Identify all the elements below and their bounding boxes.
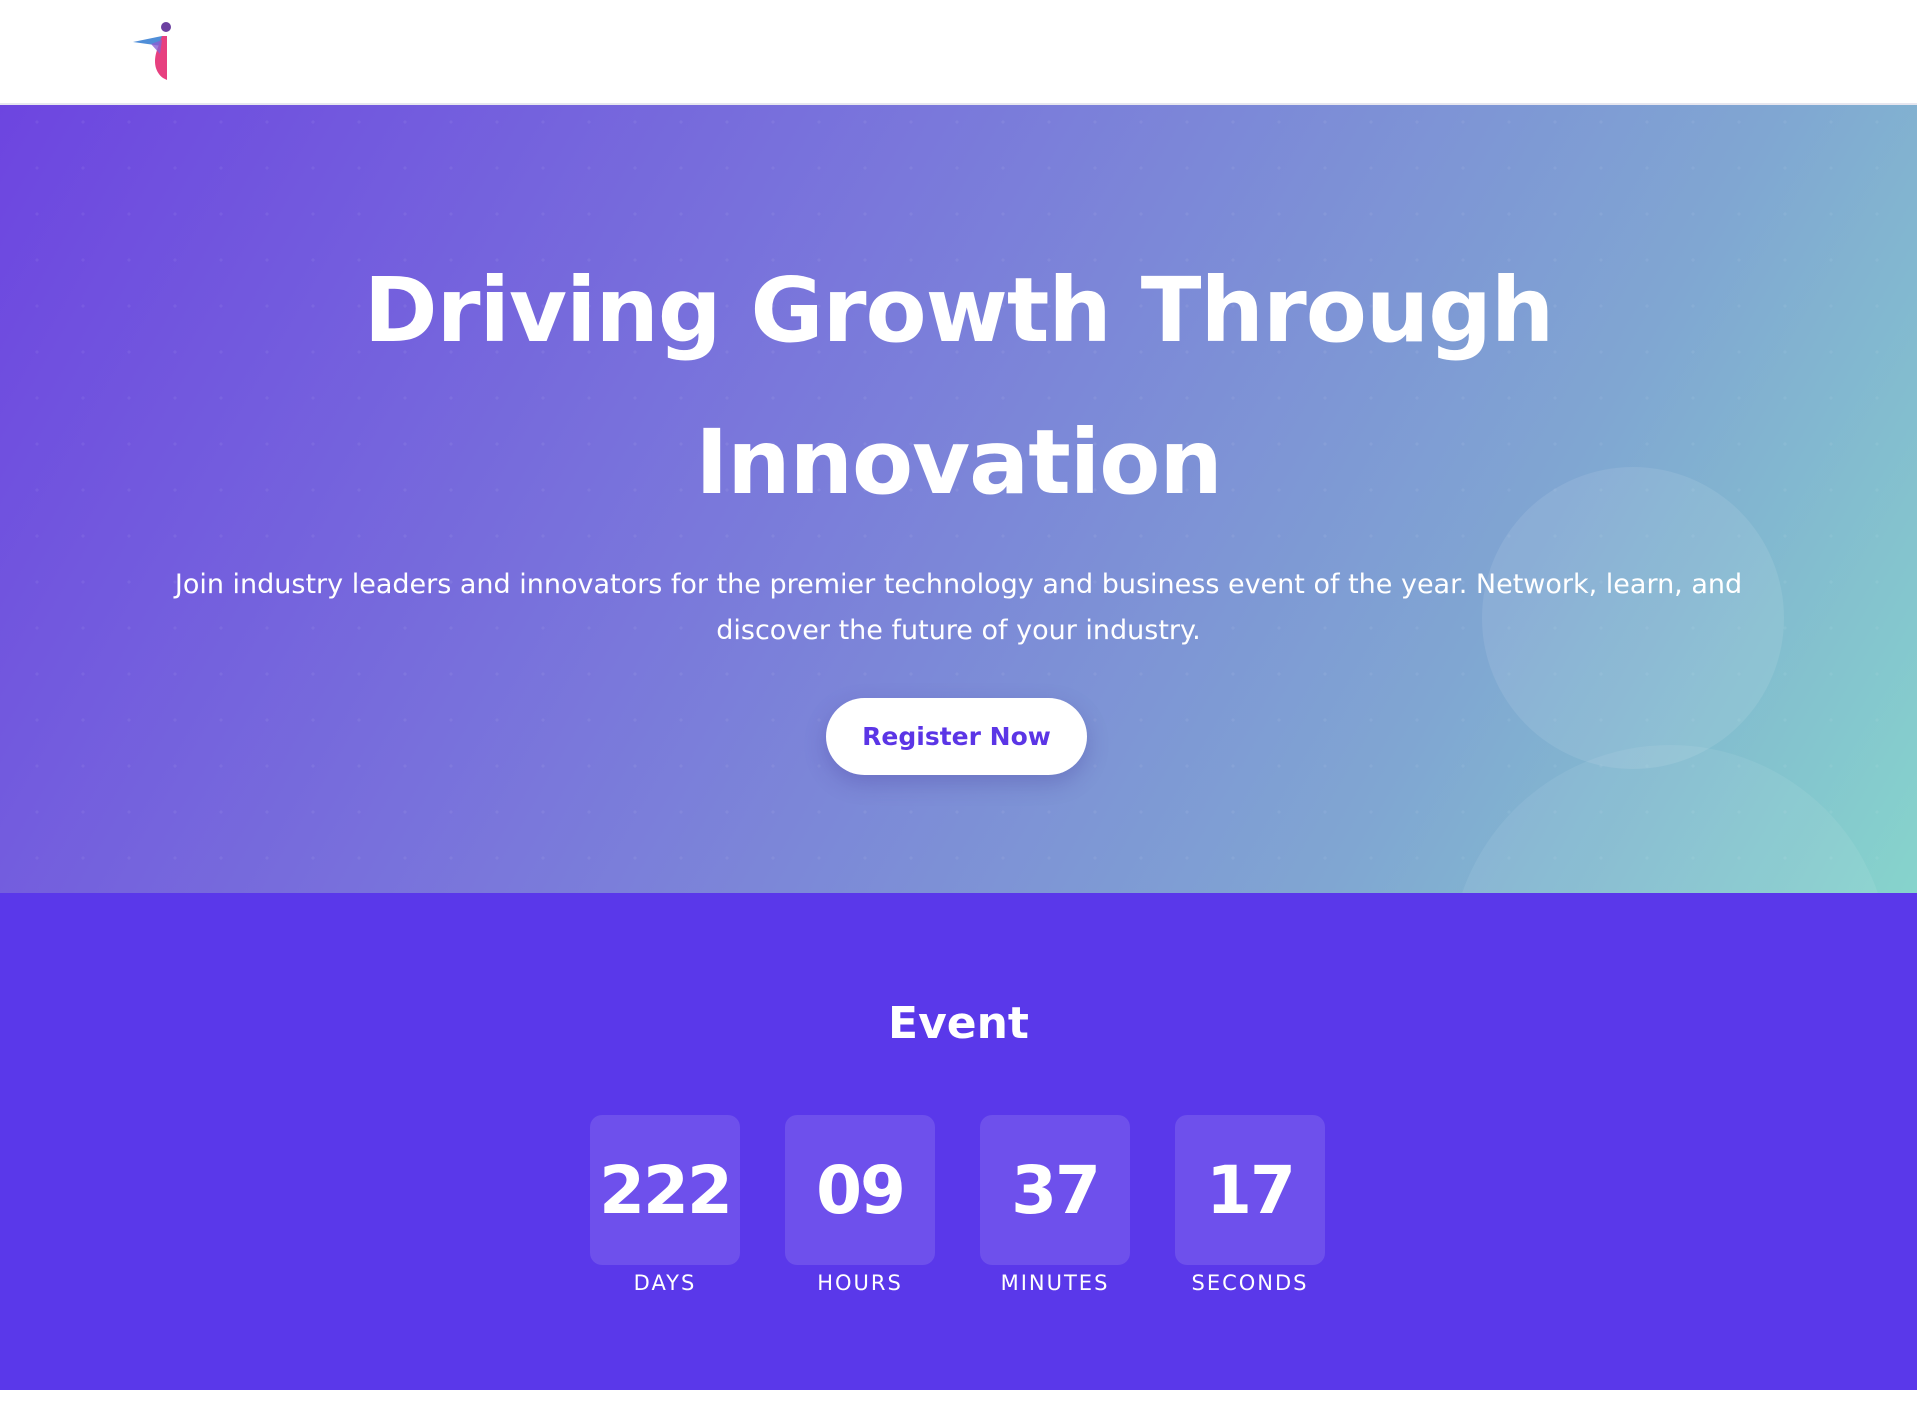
countdown-minutes-label: MINUTES <box>1000 1271 1110 1295</box>
hero-title-line-1: Driving Growth Through <box>363 258 1555 362</box>
hero-section: Driving Growth Through Innovation Join i… <box>0 105 1917 893</box>
countdown-minutes: 37 MINUTES <box>980 1115 1130 1300</box>
countdown-days: 222 DAYS <box>590 1115 740 1300</box>
countdown-hours-value: 09 <box>785 1115 935 1265</box>
countdown-hours: 09 HOURS <box>785 1115 935 1300</box>
register-now-button[interactable]: Register Now <box>826 698 1087 775</box>
countdown-minutes-value: 37 <box>980 1115 1130 1265</box>
hero-title: Driving Growth Through Innovation <box>0 234 1917 538</box>
site-header <box>0 0 1917 105</box>
countdown-timer: 222 DAYS 09 HOURS 37 MINUTES 17 SECONDS <box>590 1115 1327 1300</box>
page-bottom-strip <box>0 1390 1917 1404</box>
countdown-hours-label: HOURS <box>817 1271 903 1295</box>
countdown-seconds: 17 SECONDS <box>1175 1115 1325 1300</box>
countdown-days-label: DAYS <box>633 1271 697 1295</box>
brand-logo[interactable] <box>131 20 175 80</box>
logo-icon <box>133 22 171 80</box>
hero-title-line-2: Innovation <box>695 410 1223 514</box>
event-title: Event <box>888 998 1029 1049</box>
hero-subtitle: Join industry leaders and innovators for… <box>174 569 1743 646</box>
countdown-seconds-value: 17 <box>1175 1115 1325 1265</box>
countdown-days-value: 222 <box>590 1115 740 1265</box>
countdown-seconds-label: SECONDS <box>1191 1271 1309 1295</box>
event-countdown-section: Event 222 DAYS 09 HOURS 37 MINUTES 17 SE… <box>0 893 1917 1390</box>
